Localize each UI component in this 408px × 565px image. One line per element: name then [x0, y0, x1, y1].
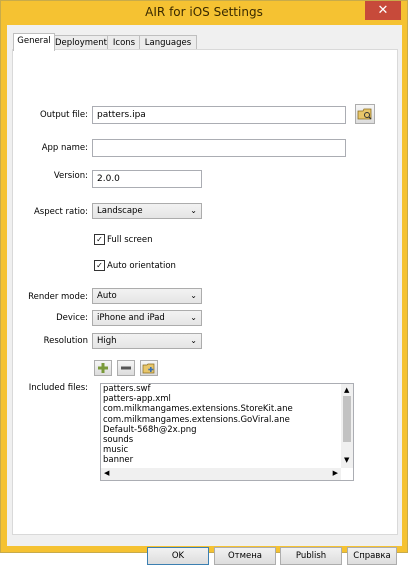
aspect-ratio-value: Landscape — [97, 206, 143, 216]
publish-button[interactable]: Publish — [280, 547, 342, 565]
device-select[interactable]: iPhone and iPad ⌄ — [92, 310, 202, 326]
dialog-client: General Deployment Icons Languages Outpu… — [7, 25, 402, 565]
list-item[interactable]: com.milkmangames.extensions.StoreKit.ane — [101, 404, 353, 414]
chevron-down-icon: ⌄ — [190, 206, 197, 215]
scroll-thumb[interactable] — [343, 396, 351, 442]
ok-button[interactable]: OK — [147, 547, 209, 565]
render-mode-value: Auto — [97, 291, 117, 301]
list-item[interactable]: music — [101, 445, 353, 455]
resolution-label: Resolution — [43, 336, 88, 346]
list-item[interactable]: Default-568h@2x.png — [101, 425, 353, 435]
device-value: iPhone and iPad — [97, 313, 165, 323]
plus-icon — [98, 363, 108, 373]
remove-file-button[interactable] — [117, 360, 135, 376]
scroll-right-icon[interactable]: ▶ — [333, 469, 338, 477]
render-mode-select[interactable]: Auto ⌄ — [92, 288, 202, 304]
version-label: Version: — [53, 171, 88, 181]
settings-window: AIR for iOS Settings ✕ General Deploymen… — [0, 0, 408, 565]
auto-orientation-label: Auto orientation — [107, 261, 176, 271]
window-title: AIR for iOS Settings — [145, 5, 263, 19]
folder-browse-icon — [357, 108, 372, 120]
folder-add-icon — [142, 363, 155, 374]
tab-icons[interactable]: Icons — [107, 35, 141, 50]
horizontal-scrollbar[interactable]: ◀ ▶ — [101, 468, 341, 480]
browse-output-button[interactable] — [355, 104, 375, 124]
auto-orientation-checkbox[interactable]: ✓ Auto orientation — [94, 260, 176, 272]
output-file-field[interactable]: patters.ipa — [92, 106, 346, 124]
resolution-value: High — [97, 336, 117, 346]
list-item[interactable]: com.milkmangames.extensions.GoViral.ane — [101, 415, 353, 425]
aspect-ratio-label: Aspect ratio: — [33, 207, 88, 217]
list-item[interactable]: patters-app.xml — [101, 394, 353, 404]
list-item[interactable]: patters.swf — [101, 384, 353, 394]
scroll-down-icon[interactable]: ▼ — [344, 456, 349, 464]
aspect-ratio-select[interactable]: Landscape ⌄ — [92, 203, 202, 219]
list-item[interactable]: banner — [101, 455, 353, 465]
version-field[interactable]: 2.0.0 — [92, 170, 202, 188]
tab-deployment[interactable]: Deployment — [53, 35, 109, 50]
full-screen-checkbox[interactable]: ✓ Full screen — [94, 234, 153, 246]
device-label: Device: — [56, 313, 88, 323]
included-files-label: Included files: — [28, 383, 88, 393]
file-items: patters.swf patters-app.xml com.milkmangam… — [101, 384, 353, 466]
help-button[interactable]: Справка — [347, 547, 397, 565]
close-button[interactable]: ✕ — [365, 1, 401, 20]
included-files-list[interactable]: patters.swf patters-app.xml com.milkmangam… — [100, 383, 354, 481]
chevron-down-icon: ⌄ — [190, 313, 197, 322]
general-panel: Output file: patters.ipa App name: Versi… — [12, 49, 398, 535]
tab-general[interactable]: General — [13, 33, 55, 51]
checkbox-checked-icon: ✓ — [94, 260, 105, 271]
render-mode-label: Render mode: — [28, 292, 88, 302]
tab-languages[interactable]: Languages — [139, 35, 197, 50]
scroll-up-icon[interactable]: ▲ — [344, 386, 349, 394]
vertical-scrollbar[interactable]: ▲ ▼ — [341, 384, 353, 468]
chevron-down-icon: ⌄ — [190, 291, 197, 300]
output-file-label: Output file: — [39, 110, 88, 120]
full-screen-label: Full screen — [107, 235, 153, 245]
minus-icon — [121, 366, 131, 370]
add-folder-button[interactable] — [140, 360, 158, 376]
checkbox-checked-icon: ✓ — [94, 234, 105, 245]
scroll-left-icon[interactable]: ◀ — [104, 469, 109, 477]
app-name-label: App name: — [41, 143, 88, 153]
title-bar[interactable]: AIR for iOS Settings ✕ — [1, 1, 407, 25]
app-name-field[interactable] — [92, 139, 346, 157]
cancel-button[interactable]: Отмена — [214, 547, 276, 565]
resolution-select[interactable]: High ⌄ — [92, 333, 202, 349]
chevron-down-icon: ⌄ — [190, 336, 197, 345]
list-item[interactable]: sounds — [101, 435, 353, 445]
add-file-button[interactable] — [94, 360, 112, 376]
